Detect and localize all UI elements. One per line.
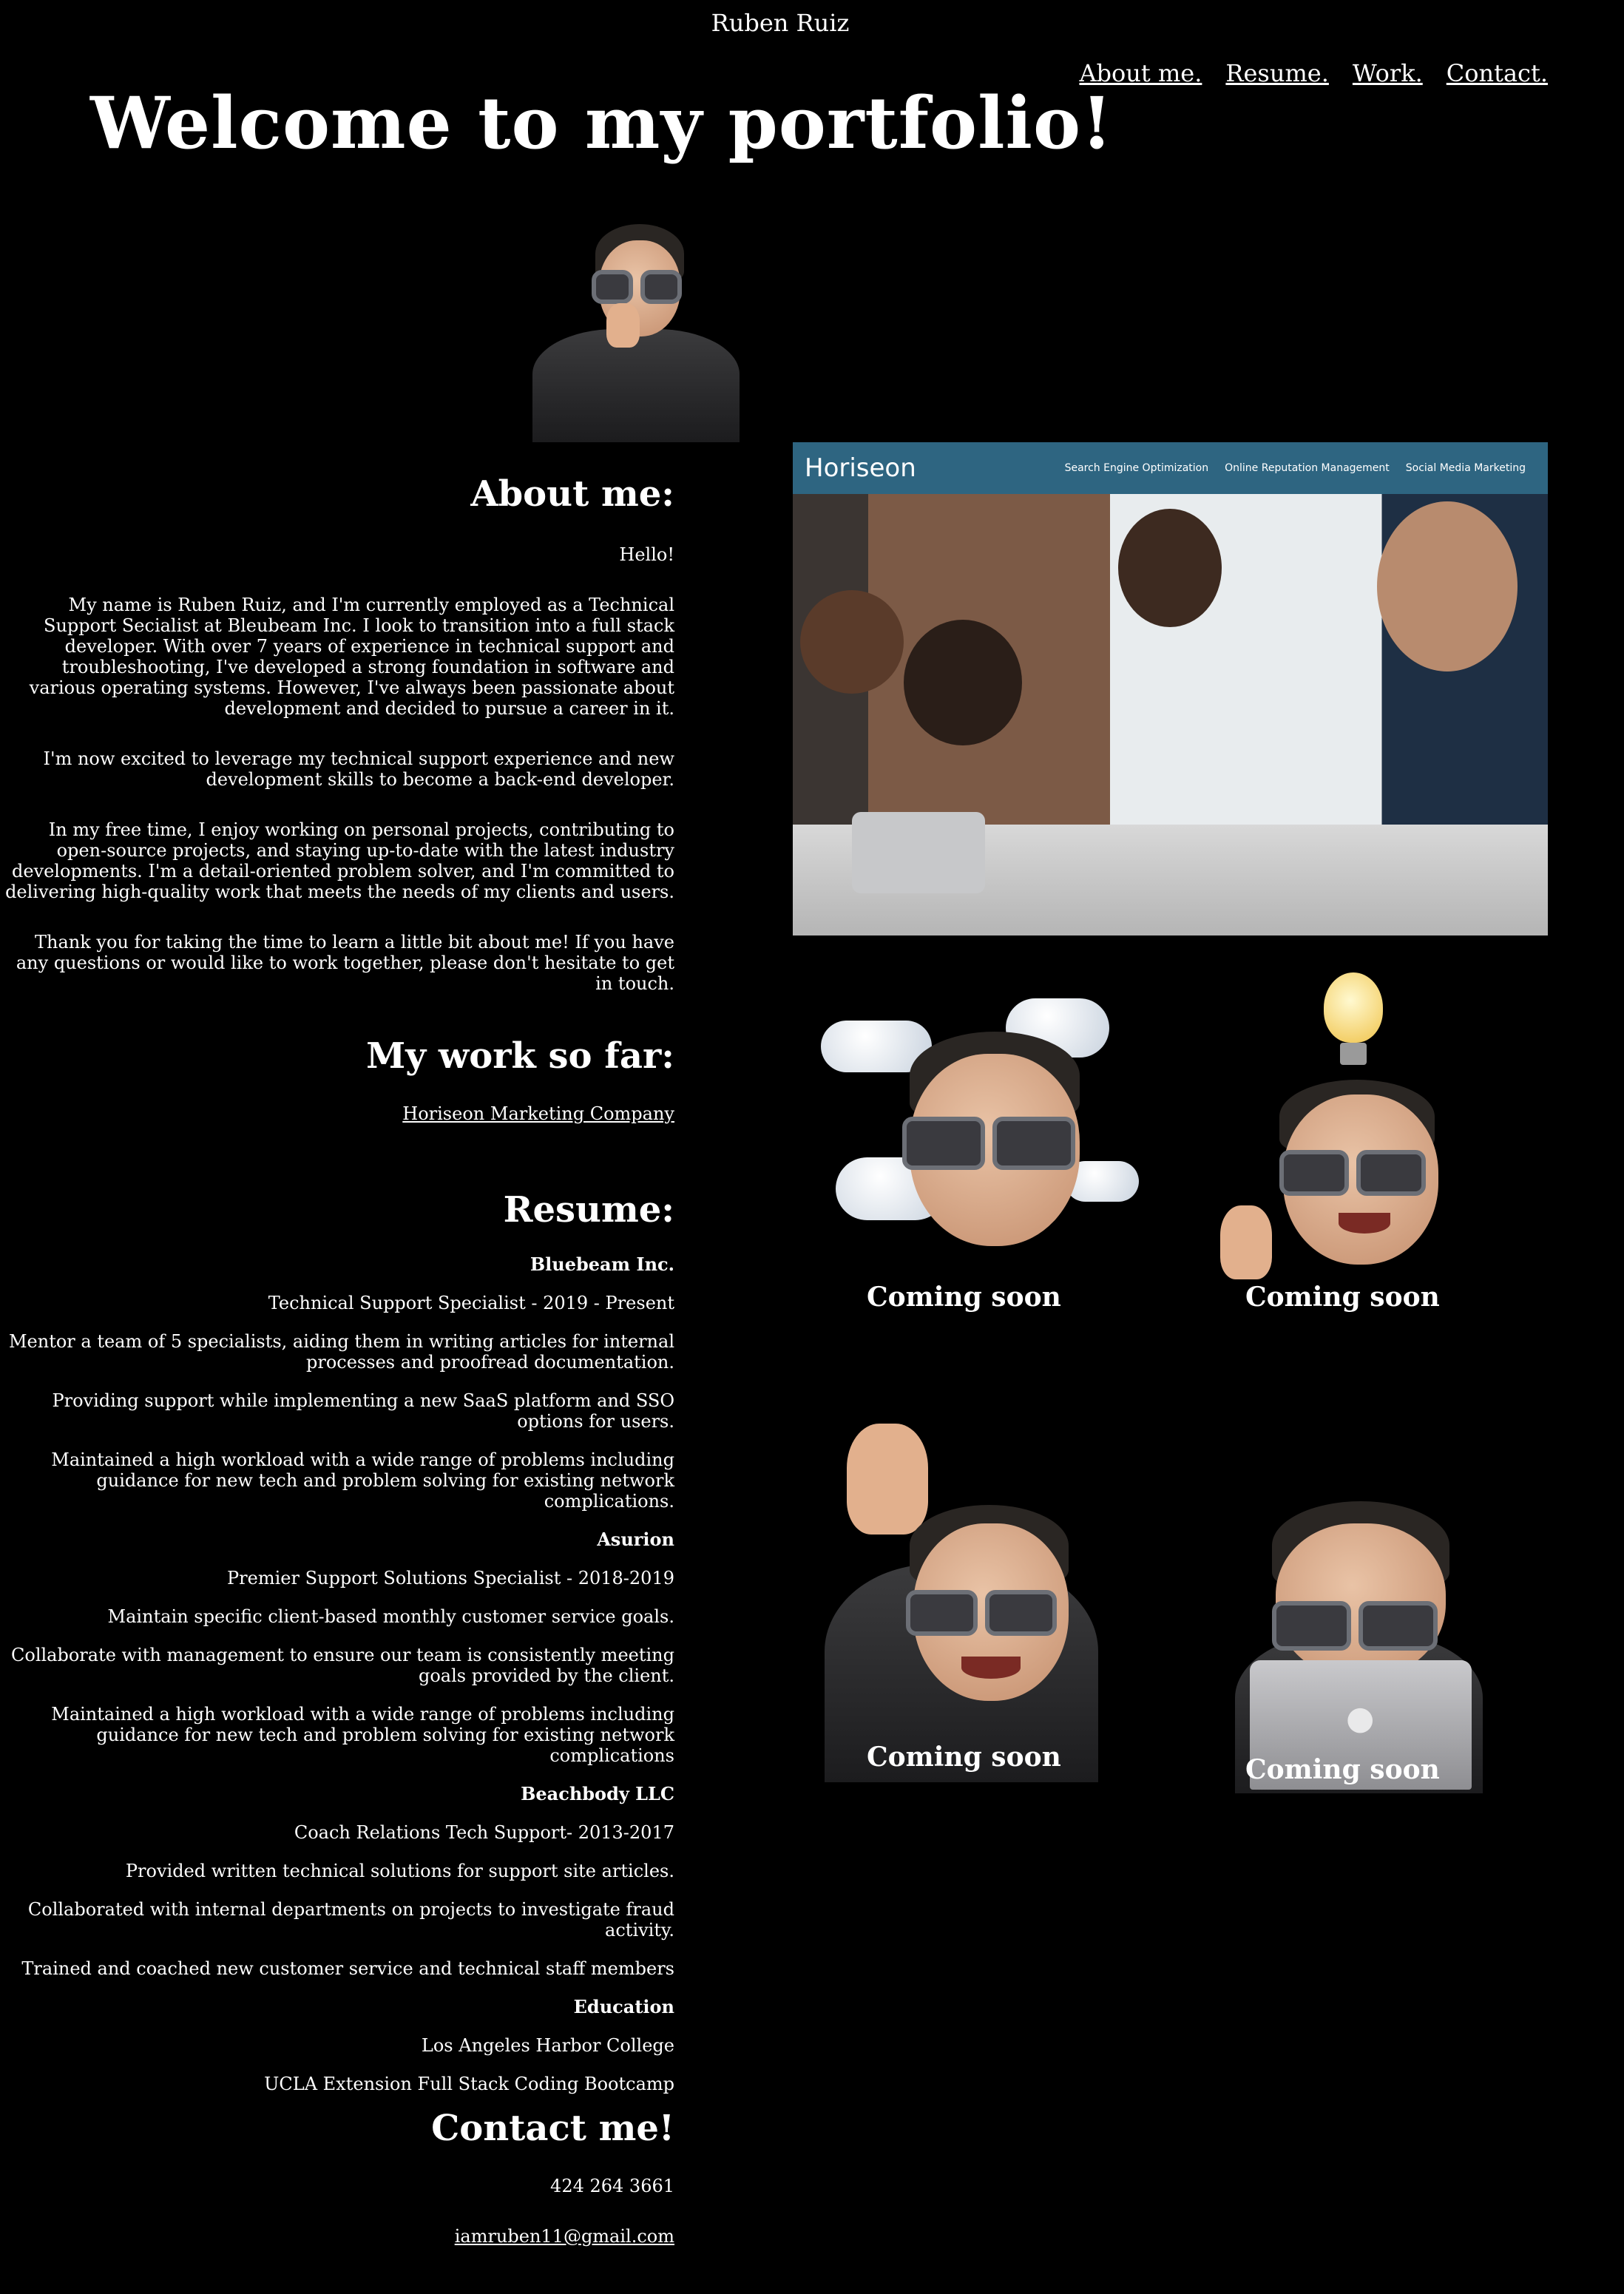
work-section: My work so far: Horiseon Marketing Compa…: [0, 1035, 674, 1124]
resume-line: Premier Support Solutions Specialist - 2…: [227, 1568, 674, 1588]
contact-section: Contact me! 424 264 3661 iamruben11@gmai…: [0, 2108, 674, 2247]
about-paragraph: I'm now excited to leverage my technical…: [43, 748, 675, 790]
site-name: Ruben Ruiz: [711, 9, 850, 37]
horiseon-screenshot[interactable]: Horiseon Search Engine Optimization Onli…: [793, 442, 1548, 935]
resume-line: UCLA Extension Full Stack Coding Bootcam…: [264, 2074, 674, 2094]
memoji-wave-icon: [825, 1424, 1098, 1782]
about-section: About me: Hello! My name is Ruben Ruiz, …: [0, 473, 674, 994]
about-paragraph: In my free time, I enjoy working on pers…: [5, 819, 674, 902]
resume-line: Maintained a high workload with a wide r…: [51, 1704, 674, 1766]
memoji-thinking-icon: [518, 218, 743, 442]
horiseon-menu-item: Online Reputation Management: [1225, 462, 1390, 474]
horiseon-link[interactable]: Horiseon Marketing Company: [402, 1103, 674, 1124]
resume-line: Provided written technical solutions for…: [125, 1861, 674, 1881]
resume-education-heading: Education: [573, 1996, 674, 2017]
horiseon-menu: Search Engine Optimization Online Reputa…: [1065, 462, 1526, 474]
horiseon-header: Horiseon Search Engine Optimization Onli…: [793, 442, 1548, 494]
coming-soon-label: Coming soon: [867, 1282, 1061, 1313]
about-paragraph: Hello!: [619, 544, 674, 565]
coming-soon-label: Coming soon: [1245, 1282, 1440, 1313]
main-nav: About me. Resume. Work. Contact.: [1079, 59, 1548, 87]
memoji-laptop-icon: ●: [1235, 1501, 1483, 1793]
horiseon-menu-item: Social Media Marketing: [1405, 462, 1526, 474]
resume-line: Maintain specific client-based monthly c…: [107, 1606, 674, 1627]
resume-line: Technical Support Specialist - 2019 - Pr…: [268, 1293, 674, 1313]
resume-line: Trained and coached new customer service…: [21, 1958, 674, 1979]
nav-work-link[interactable]: Work.: [1353, 59, 1423, 87]
memoji-clouds-icon: [821, 998, 1139, 1265]
resume-line: Providing support while implementing a n…: [52, 1390, 674, 1432]
resume-line: Coach Relations Tech Support- 2013-2017: [294, 1822, 674, 1843]
resume-heading: Resume:: [503, 1189, 674, 1231]
coming-soon-label: Coming soon: [867, 1742, 1061, 1773]
resume-line: Maintained a high workload with a wide r…: [51, 1449, 674, 1512]
hero-title: Welcome to my portfolio!: [90, 81, 1114, 165]
nav-contact-link[interactable]: Contact.: [1447, 59, 1548, 87]
about-paragraph: My name is Ruben Ruiz, and I'm currently…: [29, 595, 674, 719]
contact-email-link[interactable]: iamruben11@gmail.com: [455, 2226, 674, 2247]
team-photo: [793, 494, 1548, 935]
work-heading: My work so far:: [366, 1035, 674, 1077]
resume-company: Bluebeam Inc.: [530, 1253, 674, 1275]
contact-phone: 424 264 3661: [550, 2176, 674, 2196]
resume-line: Los Angeles Harbor College: [421, 2035, 674, 2056]
horiseon-logo: Horiseon: [805, 453, 916, 483]
about-paragraph: Thank you for taking the time to learn a…: [16, 932, 674, 994]
contact-heading: Contact me!: [431, 2108, 674, 2149]
nav-resume-link[interactable]: Resume.: [1225, 59, 1329, 87]
resume-section: Resume: Bluebeam Inc. Technical Support …: [0, 1189, 674, 2094]
resume-company: Asurion: [597, 1529, 674, 1550]
resume-line: Collaborated with internal departments o…: [27, 1899, 674, 1941]
memoji-idea-icon: [1205, 969, 1457, 1279]
resume-line: Collaborate with management to ensure ou…: [11, 1645, 674, 1686]
coming-soon-label: Coming soon: [1245, 1754, 1440, 1785]
about-heading: About me:: [470, 473, 674, 515]
resume-company: Beachbody LLC: [521, 1783, 674, 1804]
resume-line: Mentor a team of 5 specialists, aiding t…: [8, 1331, 674, 1373]
horiseon-menu-item: Search Engine Optimization: [1064, 462, 1209, 474]
